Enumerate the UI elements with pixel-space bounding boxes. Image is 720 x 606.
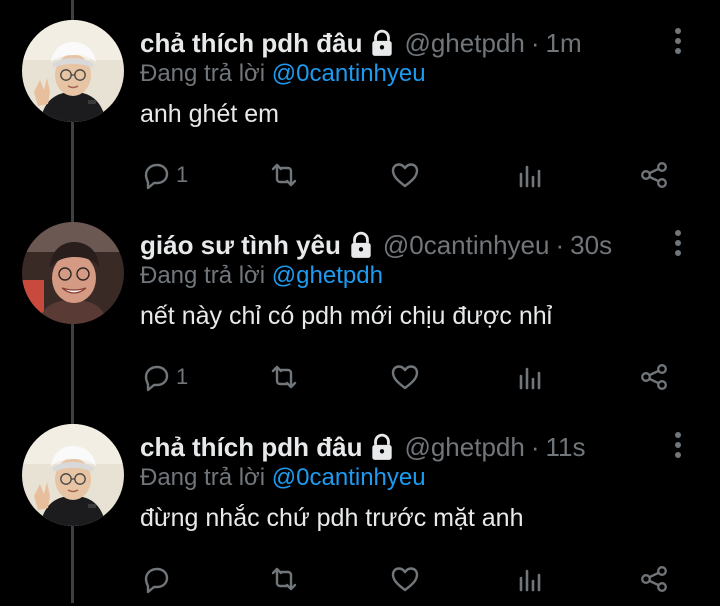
- replying-prefix: Đang trả lời: [140, 464, 266, 491]
- retweet-icon: [268, 159, 300, 191]
- display-name[interactable]: giáo sư tình yêu: [140, 230, 341, 261]
- share-icon: [638, 361, 670, 393]
- handle[interactable]: @0cantinhyeu: [383, 230, 550, 261]
- analytics-icon: [514, 563, 546, 595]
- like-icon: [389, 563, 421, 595]
- retweet-icon: [268, 563, 300, 595]
- replying-mention[interactable]: @ghetpdh: [272, 262, 383, 289]
- tweet-header: giáo sư tình yêu @0cantinhyeu · 30s: [140, 228, 612, 262]
- reply-count: 1: [176, 364, 189, 389]
- lock-icon: [348, 231, 374, 259]
- tweet-text: đừng nhắc chứ pdh trước mặt anh: [140, 504, 524, 532]
- like-button[interactable]: [389, 360, 421, 394]
- reply-icon: [140, 159, 172, 191]
- retweet-button[interactable]: [268, 360, 300, 394]
- tweet-header: chả thích pdh đâu @ghetpdh · 11s: [140, 430, 586, 464]
- reply-button[interactable]: 1: [140, 360, 188, 394]
- avatar[interactable]: [22, 222, 124, 324]
- tweet-header: chả thích pdh đâu @ghetpdh · 1m: [140, 26, 582, 60]
- more-vertical-icon[interactable]: [668, 26, 688, 56]
- action-bar: 1: [140, 360, 680, 394]
- retweet-icon: [268, 361, 300, 393]
- analytics-icon: [514, 361, 546, 393]
- replying-to: Đang trả lời @0cantinhyeu: [140, 464, 426, 492]
- share-button[interactable]: [638, 562, 670, 596]
- share-button[interactable]: [638, 360, 670, 394]
- like-icon: [389, 159, 421, 191]
- avatar[interactable]: [22, 20, 124, 122]
- like-button[interactable]: [389, 562, 421, 596]
- separator-dot: ·: [555, 229, 565, 260]
- separator-dot: ·: [530, 431, 540, 462]
- replying-prefix: Đang trả lời: [140, 60, 266, 87]
- display-name[interactable]: chả thích pdh đâu: [140, 432, 362, 463]
- replying-mention[interactable]: @0cantinhyeu: [272, 464, 426, 491]
- timestamp[interactable]: 30s: [570, 230, 612, 261]
- reply-icon: [140, 361, 172, 393]
- reply-count: 1: [176, 162, 189, 187]
- tweet-text: anh ghét em: [140, 100, 279, 128]
- action-bar: [140, 562, 680, 596]
- tweet-text: nết này chỉ có pdh mới chịu được nhỉ: [140, 302, 553, 330]
- replying-prefix: Đang trả lời: [140, 262, 266, 289]
- analytics-button[interactable]: [514, 360, 546, 394]
- replying-to: Đang trả lời @ghetpdh: [140, 262, 383, 290]
- reply-icon: [140, 563, 172, 595]
- handle[interactable]: @ghetpdh: [404, 432, 524, 463]
- handle[interactable]: @ghetpdh: [404, 28, 524, 59]
- display-name[interactable]: chả thích pdh đâu: [140, 28, 362, 59]
- tweet[interactable]: giáo sư tình yêu @0cantinhyeu · 30s Đang…: [0, 202, 720, 404]
- retweet-button[interactable]: [268, 158, 300, 192]
- tweet[interactable]: chả thích pdh đâu @ghetpdh · 1m Đang trả…: [0, 0, 720, 202]
- action-bar: 1: [140, 158, 680, 192]
- timestamp[interactable]: 11s: [546, 432, 586, 463]
- replying-to: Đang trả lời @0cantinhyeu: [140, 60, 426, 88]
- reply-button[interactable]: [140, 562, 176, 596]
- reply-button[interactable]: 1: [140, 158, 188, 192]
- like-icon: [389, 361, 421, 393]
- separator-dot: ·: [530, 27, 540, 58]
- share-icon: [638, 159, 670, 191]
- share-icon: [638, 563, 670, 595]
- more-vertical-icon[interactable]: [668, 430, 688, 460]
- timestamp[interactable]: 1m: [546, 28, 582, 59]
- avatar[interactable]: [22, 424, 124, 526]
- analytics-button[interactable]: [514, 158, 546, 192]
- lock-icon: [369, 29, 395, 57]
- retweet-button[interactable]: [268, 562, 300, 596]
- lock-icon: [369, 433, 395, 461]
- like-button[interactable]: [389, 158, 421, 192]
- more-vertical-icon[interactable]: [668, 228, 688, 258]
- share-button[interactable]: [638, 158, 670, 192]
- tweet[interactable]: chả thích pdh đâu @ghetpdh · 11s Đang tr…: [0, 404, 720, 606]
- analytics-button[interactable]: [514, 562, 546, 596]
- analytics-icon: [514, 159, 546, 191]
- replying-mention[interactable]: @0cantinhyeu: [272, 60, 426, 87]
